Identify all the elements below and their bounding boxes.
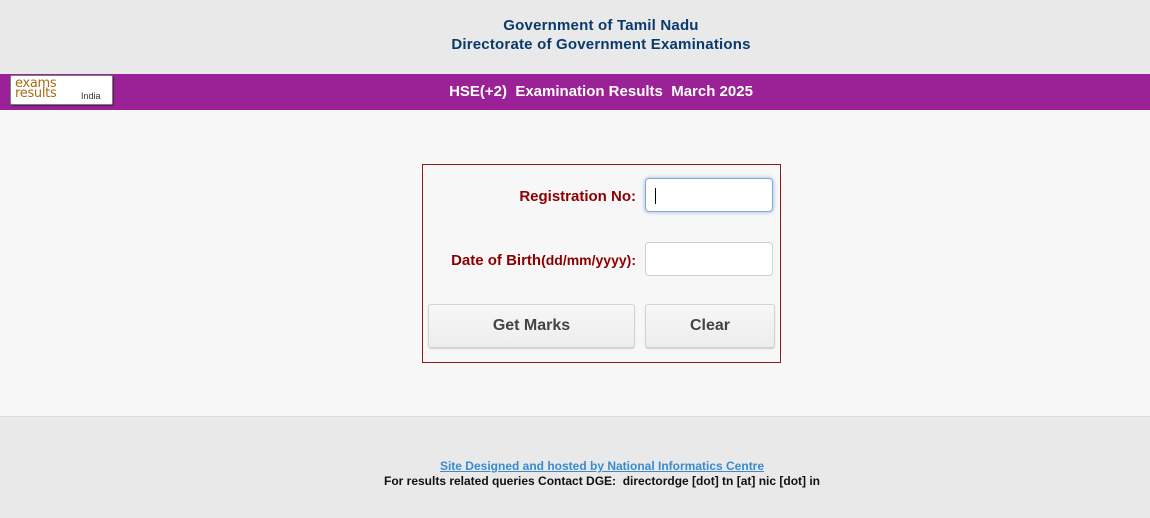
header-directorate: Directorate of Government Examinations bbox=[451, 36, 751, 53]
clear-button[interactable]: Clear bbox=[645, 304, 775, 348]
page-title: HSE(+2) Examination Results March 2025 bbox=[449, 83, 753, 100]
page-footer: Site Designed and hosted by National Inf… bbox=[0, 416, 1150, 518]
dob-label-main: Date of Birth bbox=[451, 252, 542, 269]
contact-info: For results related queries Contact DGE:… bbox=[383, 474, 821, 488]
registration-input[interactable] bbox=[645, 178, 773, 212]
text-caret bbox=[655, 188, 656, 204]
page-header: Government of Tamil Nadu Directorate of … bbox=[0, 0, 1150, 74]
header-government: Government of Tamil Nadu bbox=[503, 17, 699, 34]
registration-label: Registration No: bbox=[519, 188, 636, 205]
dob-input[interactable] bbox=[645, 242, 773, 276]
get-marks-button[interactable]: Get Marks bbox=[428, 304, 635, 348]
title-banner: exams results India HSE(+2) Examination … bbox=[0, 74, 1150, 110]
results-form: Registration No: Date of Birth(dd/mm/yyy… bbox=[422, 164, 781, 363]
dob-label-format: (dd/mm/yyyy): bbox=[541, 252, 636, 268]
nic-credit-link[interactable]: Site Designed and hosted by National Inf… bbox=[0, 459, 1150, 473]
dob-label: Date of Birth(dd/mm/yyyy): bbox=[451, 252, 636, 269]
